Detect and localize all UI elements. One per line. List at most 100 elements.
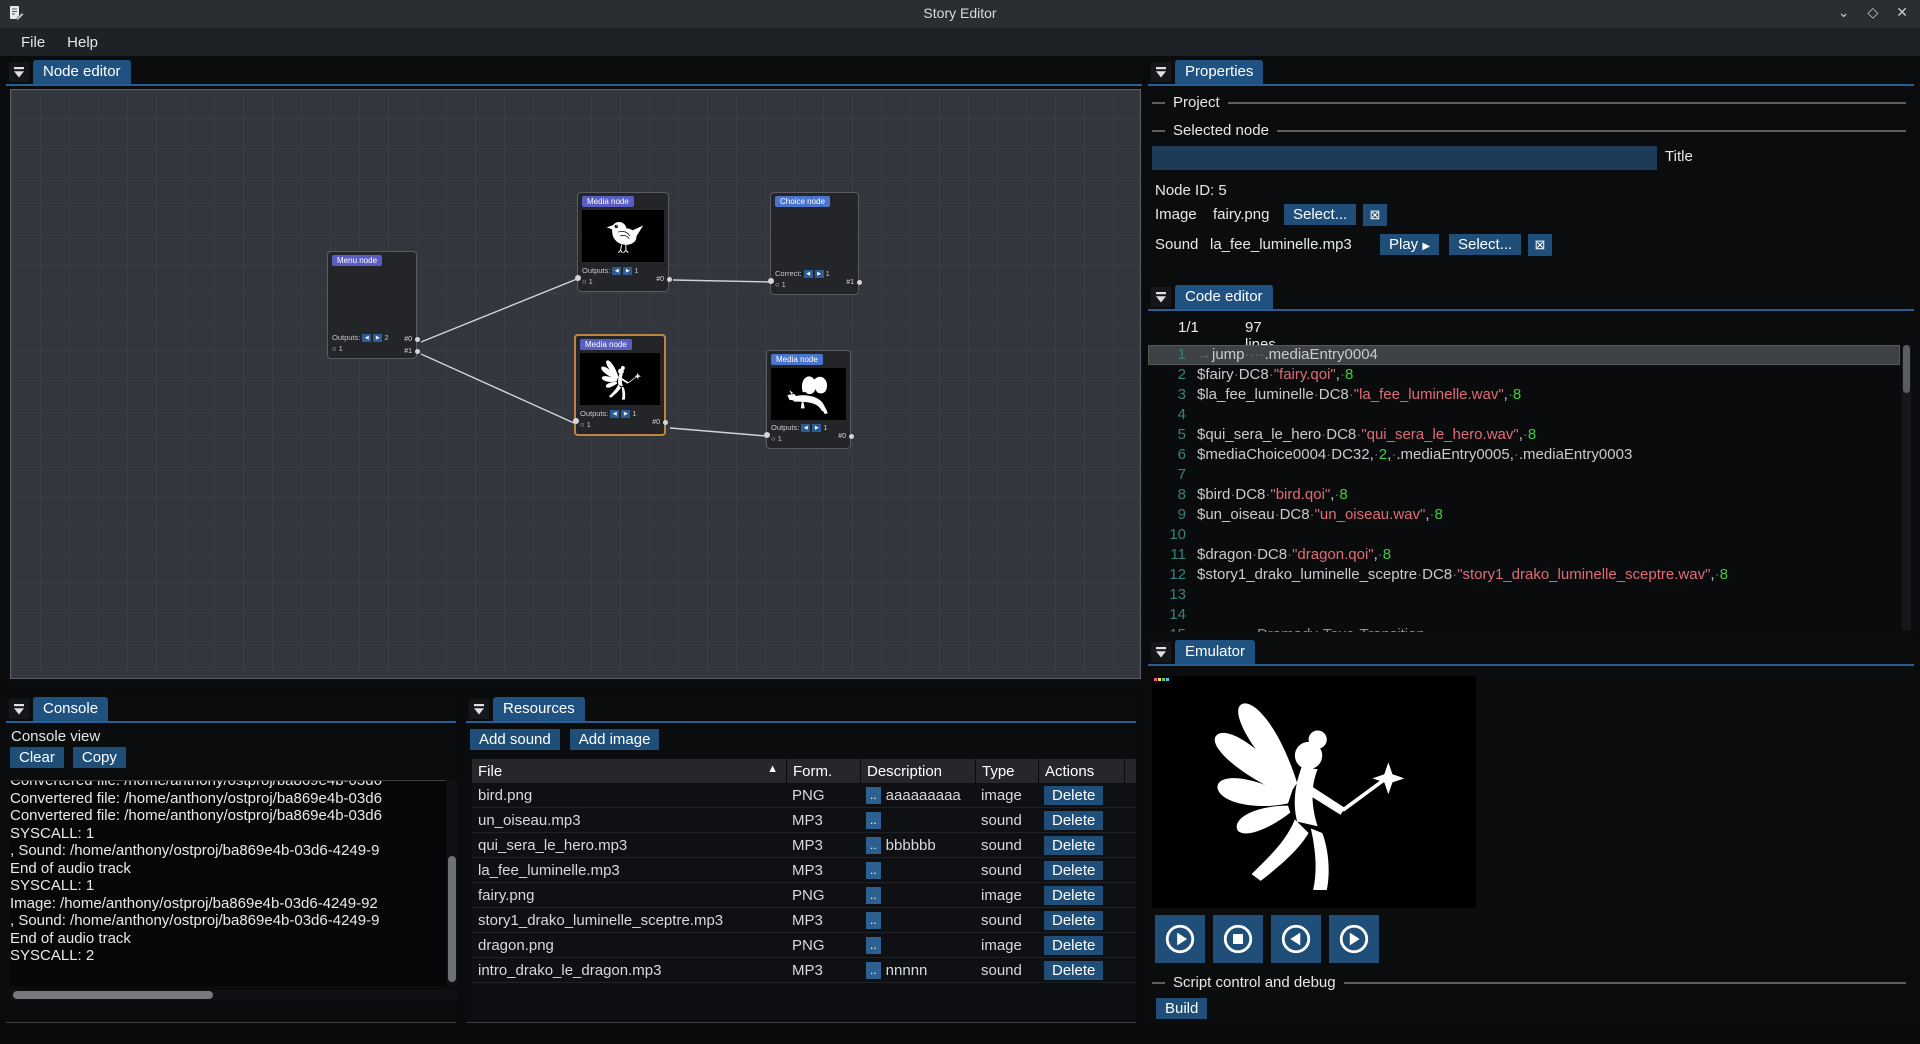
spin-down-button[interactable]: ◀ [610,410,619,418]
collapse-icon[interactable] [9,62,29,82]
tab-node-editor[interactable]: Node editor [33,60,131,84]
code-line[interactable]: 15············Dramady·Tove·Transition···… [1148,625,1900,632]
add-image-button[interactable]: Add image [570,729,660,750]
input-port[interactable] [575,275,581,281]
image-clear-button[interactable]: ⊠ [1363,204,1387,226]
code-line[interactable]: 7 [1148,465,1900,485]
code-line[interactable]: 2$fairy·DC8·"fairy.qoi",·8 [1148,365,1900,385]
spin-down-button[interactable]: ◀ [362,334,371,342]
input-port[interactable] [573,418,579,424]
input-port[interactable] [764,432,770,438]
scrollbar-thumb[interactable] [13,991,213,999]
collapse-icon[interactable] [1151,62,1171,82]
code-line[interactable]: 10 [1148,525,1900,545]
scrollbar-thumb[interactable] [1903,345,1910,393]
clear-button[interactable]: Clear [10,747,64,768]
node-canvas[interactable]: Menu nodeOutputs:◀▶2○ 1#0#1Media nodeOut… [10,89,1141,679]
spin-up-button[interactable]: ▶ [623,267,632,275]
column-header-description[interactable]: Description [860,759,975,783]
row-more-button[interactable]: .. [866,787,881,804]
code-line[interactable]: 3$la_fee_luminelle·DC8·"la_fee_luminelle… [1148,385,1900,405]
node-bird[interactable]: Media nodeOutputs:◀▶1○ 1#0 [577,192,669,292]
node-fairy[interactable]: Media nodeOutputs:◀▶1○ 1#0 [574,334,666,436]
row-more-button[interactable]: .. [866,912,881,929]
node-dragon[interactable]: Media nodeOutputs:◀▶1○ 1#0 [766,350,851,449]
tab-code-editor[interactable]: Code editor [1175,285,1273,309]
code-line[interactable]: 11$dragon·DC8·"dragon.qoi",·8 [1148,545,1900,565]
spin-up-button[interactable]: ▶ [812,424,821,432]
code-line[interactable]: 14 [1148,605,1900,625]
menu-item-file[interactable]: File [10,31,56,54]
output-port[interactable]: #1 [404,348,412,355]
delete-button[interactable]: Delete [1044,861,1103,880]
collapse-icon[interactable] [469,699,489,719]
code-line[interactable]: 1→jump····.mediaEntry0004 [1148,345,1900,365]
play-button[interactable] [1155,915,1205,963]
row-more-button[interactable]: .. [866,937,881,954]
stop-button[interactable] [1213,915,1263,963]
code-line[interactable]: 6$mediaChoice0004·DC32,·2,·.mediaEntry00… [1148,445,1900,465]
code-line[interactable]: 12$story1_drako_luminelle_sceptre·DC8·"s… [1148,565,1900,585]
node-menu[interactable]: Menu nodeOutputs:◀▶2○ 1#0#1 [327,251,417,359]
column-header-form[interactable]: Form. [786,759,860,783]
spin-up-button[interactable]: ▶ [815,270,824,278]
copy-button[interactable]: Copy [73,747,126,768]
code-line[interactable]: 4 [1148,405,1900,425]
spin-up-button[interactable]: ▶ [373,334,382,342]
spin-down-button[interactable]: ◀ [612,267,621,275]
minimize-icon[interactable]: ⌄ [1838,4,1850,21]
add-sound-button[interactable]: Add sound [470,729,560,750]
title-input[interactable] [1152,146,1657,170]
maximize-icon[interactable]: ◇ [1867,4,1878,21]
tab-emulator[interactable]: Emulator [1175,640,1255,664]
menu-item-help[interactable]: Help [56,31,109,54]
node-choice[interactable]: Choice nodeCorrect:◀▶1○ 1#1 [770,192,859,295]
delete-button[interactable]: Delete [1044,961,1103,980]
output-port[interactable]: #0 [656,276,664,283]
column-header-actions[interactable]: Actions [1038,759,1124,783]
scrollbar-thumb[interactable] [448,856,456,982]
step-forward-button[interactable] [1329,915,1379,963]
output-port[interactable]: #0 [652,419,660,426]
console-output[interactable]: Convertered file: /home/anthony/ostproj/… [10,780,446,986]
close-icon[interactable]: ✕ [1896,4,1908,21]
output-port[interactable]: #0 [838,433,846,440]
row-more-button[interactable]: .. [866,862,881,879]
build-button[interactable]: Build [1156,998,1207,1019]
input-port[interactable] [768,278,774,284]
spin-up-button[interactable]: ▶ [621,410,630,418]
output-port[interactable]: #1 [846,279,854,286]
column-header-type[interactable]: Type [975,759,1038,783]
delete-button[interactable]: Delete [1044,911,1103,930]
step-back-button[interactable] [1271,915,1321,963]
spin-down-button[interactable]: ◀ [801,424,810,432]
image-select-button[interactable]: Select... [1284,204,1356,225]
delete-button[interactable]: Delete [1044,936,1103,955]
sound-clear-button[interactable]: ⊠ [1528,234,1552,256]
row-more-button[interactable]: .. [866,837,881,854]
delete-button[interactable]: Delete [1044,886,1103,905]
tab-resources[interactable]: Resources [493,697,585,721]
play-button[interactable]: Play ▶ [1380,234,1439,255]
column-header-file[interactable]: File▲ [472,759,786,783]
collapse-icon[interactable] [9,699,29,719]
collapse-icon[interactable] [1151,642,1171,662]
code-lines[interactable]: 1→jump····.mediaEntry00042$fairy·DC8·"fa… [1148,345,1900,632]
delete-button[interactable]: Delete [1044,836,1103,855]
tab-console[interactable]: Console [33,697,108,721]
spin-down-button[interactable]: ◀ [804,270,813,278]
row-more-button[interactable]: .. [866,962,881,979]
row-more-button[interactable]: .. [866,887,881,904]
collapse-icon[interactable] [1151,287,1171,307]
row-more-button[interactable]: .. [866,812,881,829]
sound-select-button[interactable]: Select... [1449,234,1521,255]
delete-button[interactable]: Delete [1044,786,1103,805]
code-line[interactable]: 8$bird·DC8·"bird.qoi",·8 [1148,485,1900,505]
code-line[interactable]: 9$un_oiseau·DC8·"un_oiseau.wav",·8 [1148,505,1900,525]
tab-properties[interactable]: Properties [1175,60,1263,84]
output-port[interactable]: #0 [404,336,412,343]
code-line[interactable]: 13 [1148,585,1900,605]
delete-button[interactable]: Delete [1044,811,1103,830]
table-cell-type: image [975,887,1038,904]
code-line[interactable]: 5$qui_sera_le_hero·DC8·"qui_sera_le_hero… [1148,425,1900,445]
